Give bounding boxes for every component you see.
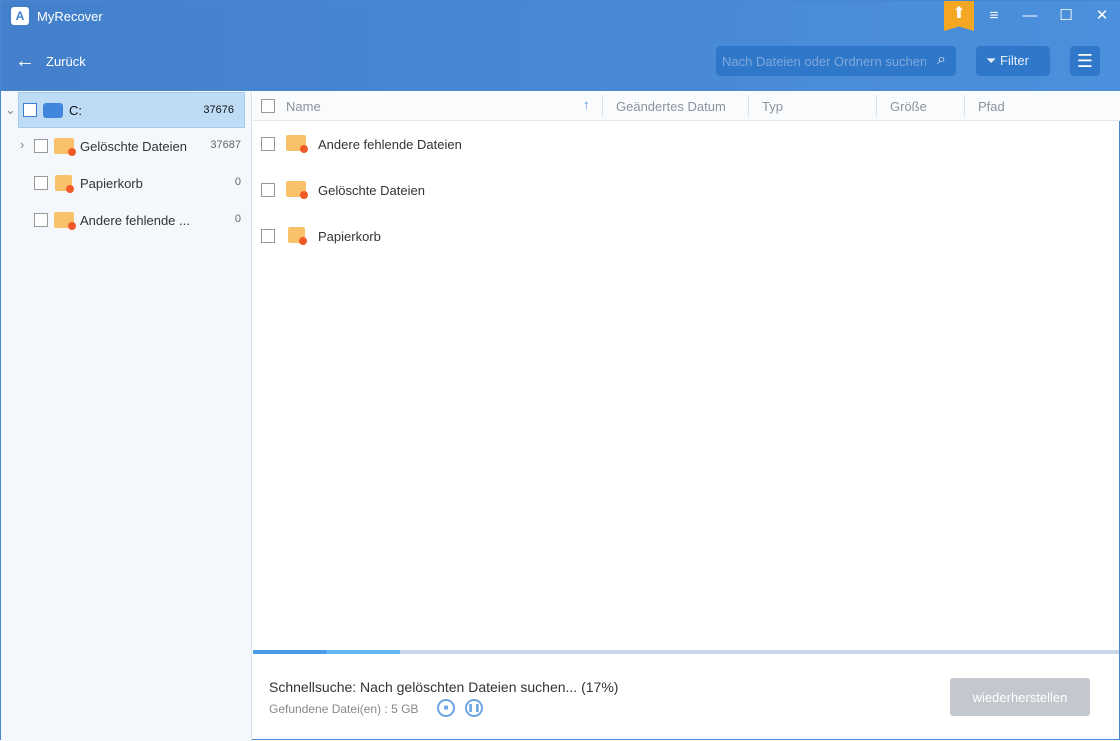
scan-status: Schnellsuche: Nach gelöschten Dateien su… [269,679,619,695]
chevron-down-icon[interactable]: ⌄ [5,102,16,118]
tree-count: 37687 [210,139,241,151]
tree-item-drive-c[interactable]: ⌄ C: 37676 [5,92,245,128]
filter-icon: ⏷ [986,53,1001,68]
checkbox[interactable] [261,229,275,243]
tree-count: 0 [234,213,241,225]
close-icon[interactable]: ✕ [1090,6,1114,26]
checkbox[interactable] [34,139,48,153]
app-logo-icon: A [11,7,29,25]
file-name: Papierkorb [318,229,381,244]
recycle-bin-icon [55,175,74,193]
file-name: Andere fehlende Dateien [318,137,462,152]
checkbox[interactable] [261,183,275,197]
progress-fill [253,650,401,654]
tree-item-deleted[interactable]: › Gelöschte Dateien 37687 [1,128,251,164]
maximize-icon[interactable]: ☐ [1054,6,1078,26]
tree-count: 0 [234,176,241,188]
select-all-checkbox[interactable] [261,99,275,113]
scan-progress-bar [253,650,1119,654]
table-row[interactable]: Papierkorb [253,214,1119,260]
file-list: Name ↑ Geändertes Datum Typ Größe Pfad A… [253,91,1120,245]
column-size[interactable]: Größe [890,99,927,114]
title-bar: A MyRecover ⬆ ≡ — ☐ ✕ ← Zurück ⌕ ⏷ Filte… [1,1,1120,91]
menu-icon[interactable]: ≡ [982,6,1006,26]
tree-item-recycle-bin[interactable]: Papierkorb 0 [1,165,251,201]
back-button[interactable]: Zurück [46,54,86,69]
missing-folder-icon [54,212,76,230]
table-row[interactable]: Gelöschte Dateien [253,168,1119,214]
app-title: MyRecover [37,9,103,24]
search-box[interactable]: ⌕ [716,46,956,76]
checkbox[interactable] [34,213,48,227]
found-size: Gefundene Datei(en) : 5 GB [269,702,419,716]
tree-label: C: [69,103,82,118]
column-name[interactable]: Name [286,99,321,114]
column-path[interactable]: Pfad [978,99,1005,114]
table-header: Name ↑ Geändertes Datum Typ Größe Pfad [253,91,1120,121]
tree-label: Gelöschte Dateien [80,139,187,154]
tree-label: Andere fehlende ... [80,213,190,228]
pause-icon[interactable]: ❚❚ [465,699,483,717]
search-icon[interactable]: ⌕ [937,51,946,69]
tree-count: 37676 [203,104,234,116]
upgrade-icon[interactable]: ⬆ [944,1,974,31]
missing-folder-icon [286,135,308,153]
file-name: Gelöschte Dateien [318,183,425,198]
filter-label: Filter [1000,53,1029,68]
back-arrow-icon[interactable]: ← [15,51,35,71]
recycle-bin-icon [288,227,307,245]
table-row[interactable]: Andere fehlende Dateien [253,122,1119,168]
deleted-folder-icon [286,181,308,199]
chevron-right-icon[interactable]: › [20,137,24,152]
view-menu-button[interactable]: ☰ [1070,46,1100,76]
column-modified-date[interactable]: Geändertes Datum [616,99,726,114]
restore-button[interactable]: wiederherstellen [950,678,1090,716]
tree-item-other-missing[interactable]: Andere fehlende ... 0 [1,202,251,238]
search-input[interactable] [716,46,926,76]
deleted-folder-icon [54,138,76,156]
drive-icon [43,103,63,118]
column-type[interactable]: Typ [762,99,783,114]
sort-ascending-icon[interactable]: ↑ [583,97,590,112]
filter-button[interactable]: ⏷ Filter [976,46,1050,76]
minimize-icon[interactable]: — [1018,6,1042,26]
sidebar-tree: ⌄ C: 37676 › Gelöschte Dateien 37687 Pap… [1,91,252,741]
checkbox[interactable] [23,103,37,117]
checkbox[interactable] [34,176,48,190]
tree-label: Papierkorb [80,176,143,191]
checkbox[interactable] [261,137,275,151]
stop-icon[interactable]: ■ [437,699,455,717]
